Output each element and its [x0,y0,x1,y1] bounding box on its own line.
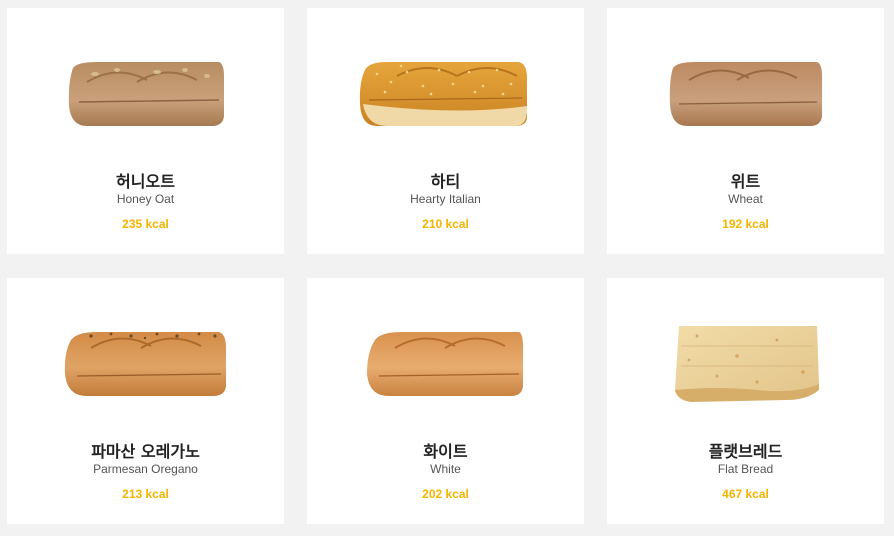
bread-card-honey-oat[interactable]: 허니오트 Honey Oat 235 kcal [7,8,284,254]
bread-name-english: Hearty Italian [410,192,481,206]
bread-name-korean: 화이트 [423,442,468,461]
bread-calories: 235 kcal [122,217,169,231]
bread-calories: 202 kcal [422,487,469,501]
bread-name-korean: 플랫브레드 [708,442,783,461]
bread-name-english: Wheat [728,192,763,206]
bread-card-white[interactable]: 화이트 White 202 kcal [307,278,584,524]
bread-calories: 210 kcal [422,217,469,231]
bread-name-english: Flat Bread [717,462,774,476]
flat-bread-image [607,316,884,416]
bread-name-korean: 허니오트 [116,172,175,191]
bread-calories: 467 kcal [722,487,769,501]
bread-name-korean: 위트 [730,172,761,191]
wheat-bread-image [607,46,884,146]
bread-card-parmesan-oregano[interactable]: 파마산 오레가노 Parmesan Oregano 213 kcal [7,278,284,524]
honey-oat-bread-image [7,46,284,146]
white-bread-image [307,316,584,416]
bread-grid: 허니오트 Honey Oat 235 kcal 하티 Hearty Italia… [0,0,894,536]
hearty-italian-bread-image [307,46,584,146]
bread-calories: 213 kcal [122,487,169,501]
bread-card-wheat[interactable]: 위트 Wheat 192 kcal [607,8,884,254]
bread-name-korean: 하티 [430,172,461,191]
bread-name-english: White [430,462,461,476]
bread-card-hearty-italian[interactable]: 하티 Hearty Italian 210 kcal [307,8,584,254]
parmesan-oregano-bread-image [7,316,284,416]
bread-calories: 192 kcal [722,217,769,231]
bread-card-flat-bread[interactable]: 플랫브레드 Flat Bread 467 kcal [607,278,884,524]
bread-name-english: Parmesan Oregano [93,462,198,476]
bread-name-korean: 파마산 오레가노 [91,442,200,461]
bread-name-english: Honey Oat [116,192,175,206]
